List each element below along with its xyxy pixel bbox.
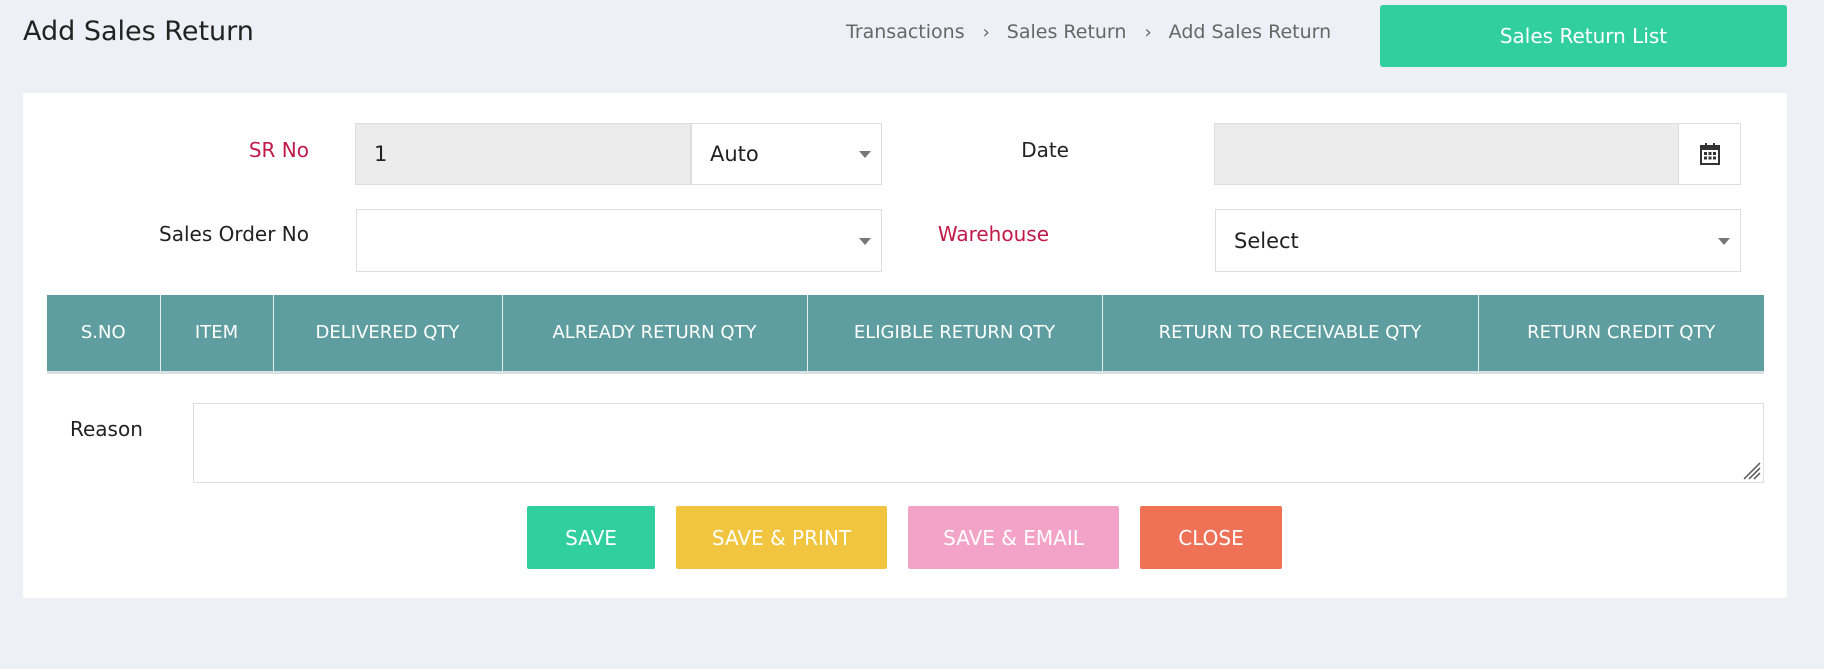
sr-no-label: SR No xyxy=(248,138,309,162)
chevron-down-icon xyxy=(859,237,871,245)
chevron-down-icon xyxy=(859,151,871,158)
chevron-right-icon: › xyxy=(982,21,990,43)
sales-return-list-button[interactable]: Sales Return List xyxy=(1380,5,1787,67)
save-button[interactable]: SAVE xyxy=(527,506,655,569)
sales-return-items-table: S.NO ITEM DELIVERED QTY ALREADY RETURN Q… xyxy=(47,295,1764,374)
chevron-right-icon: › xyxy=(1144,21,1152,43)
column-header-delivered-qty: DELIVERED QTY xyxy=(273,295,503,374)
warehouse-value: Select xyxy=(1234,228,1299,253)
date-input[interactable] xyxy=(1214,123,1680,185)
breadcrumb-item-current: Add Sales Return xyxy=(1168,21,1332,43)
table-header-row: S.NO ITEM DELIVERED QTY ALREADY RETURN Q… xyxy=(47,295,1764,374)
resize-grip-icon[interactable] xyxy=(1741,460,1761,480)
column-header-sno: S.NO xyxy=(47,295,161,374)
column-header-return-to-receivable-qty: RETURN TO RECEIVABLE QTY xyxy=(1102,295,1479,374)
chevron-down-icon xyxy=(1718,237,1730,245)
breadcrumb-item-sales-return[interactable]: Sales Return xyxy=(1007,21,1127,43)
breadcrumb: Transactions › Sales Return › Add Sales … xyxy=(846,21,1331,43)
sr-mode-select[interactable]: Auto xyxy=(691,123,882,185)
sales-order-no-label: Sales Order No xyxy=(159,222,309,246)
sales-order-no-select[interactable] xyxy=(356,209,882,272)
date-label: Date xyxy=(1021,138,1069,162)
reason-label: Reason xyxy=(70,417,143,441)
page-title: Add Sales Return xyxy=(23,16,254,47)
sr-no-value: 1 xyxy=(374,142,388,166)
warehouse-select[interactable]: Select xyxy=(1215,209,1741,272)
column-header-already-return-qty: ALREADY RETURN QTY xyxy=(502,295,808,374)
save-print-button[interactable]: SAVE & PRINT xyxy=(676,506,887,569)
save-email-button[interactable]: SAVE & EMAIL xyxy=(908,506,1119,569)
warehouse-label: Warehouse xyxy=(937,222,1049,246)
form-card: SR No 1 Auto Date Sales Order No Warehou… xyxy=(23,93,1787,598)
sr-no-input[interactable]: 1 xyxy=(355,123,691,185)
column-header-item: ITEM xyxy=(160,295,274,374)
breadcrumb-item-transactions[interactable]: Transactions xyxy=(846,21,965,43)
column-header-return-credit-qty: RETURN CREDIT QTY xyxy=(1478,295,1764,374)
reason-textarea[interactable] xyxy=(193,403,1764,483)
calendar-button[interactable] xyxy=(1678,123,1741,185)
column-header-eligible-return-qty: ELIGIBLE RETURN QTY xyxy=(807,295,1103,374)
sr-mode-value: Auto xyxy=(710,142,759,166)
calendar-icon xyxy=(1699,143,1720,165)
close-button[interactable]: CLOSE xyxy=(1140,506,1282,569)
